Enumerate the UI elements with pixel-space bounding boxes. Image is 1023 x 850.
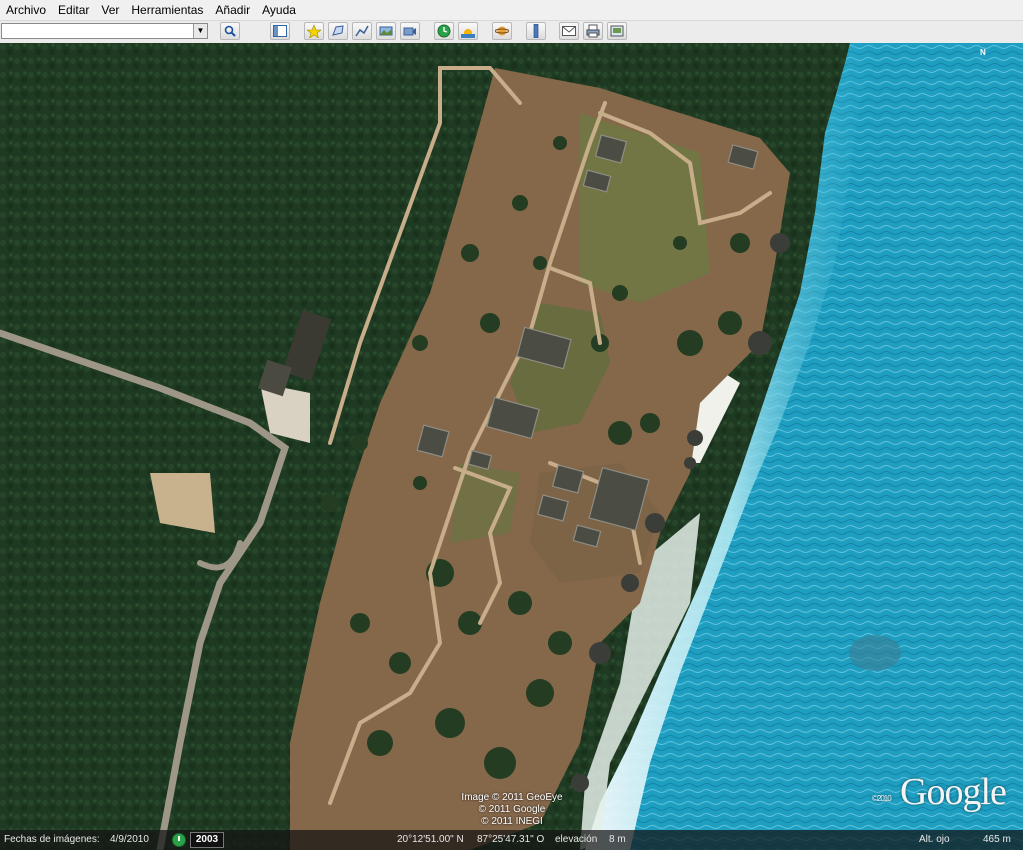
record-tour-icon (403, 27, 416, 36)
eye-altitude-value: 465 m (983, 834, 1011, 845)
logo-text: Google (900, 771, 1007, 813)
save-image-icon (610, 25, 624, 37)
add-image-overlay-button[interactable] (376, 22, 396, 40)
sidebar-toggle-icon (273, 25, 287, 37)
compass-north-label[interactable]: N (980, 48, 986, 57)
menu-ayuda[interactable]: Ayuda (256, 0, 302, 20)
ruler-icon (533, 24, 539, 38)
longitude: 87°25'47.31" O (477, 834, 545, 845)
sidebar-toggle-button[interactable] (270, 22, 290, 40)
add-path-button[interactable] (352, 22, 372, 40)
email-icon (562, 26, 576, 36)
search-input[interactable] (4, 24, 184, 38)
menu-herramientas[interactable]: Herramientas (125, 0, 209, 20)
email-button[interactable] (559, 22, 579, 40)
ruler-button[interactable] (526, 22, 546, 40)
print-icon (586, 24, 600, 38)
elevation-label: elevación (555, 834, 598, 845)
add-path-icon (355, 25, 369, 37)
imagery-date-label: Fechas de imágenes: (4, 834, 100, 845)
sunlight-icon (461, 29, 475, 38)
add-placemark-icon (307, 24, 321, 38)
satellite-map-view[interactable] (0, 43, 1023, 850)
add-polygon-button[interactable] (328, 22, 348, 40)
menu-editar[interactable]: Editar (52, 0, 95, 20)
status-bar: Fechas de imágenes: 4/9/2010 2003 20°12'… (0, 830, 1023, 850)
historical-imagery-button[interactable] (434, 22, 454, 40)
satellite-imagery (0, 43, 1023, 850)
eye-altitude-label: Alt. ojo (919, 834, 950, 845)
print-button[interactable] (583, 22, 603, 40)
search-button[interactable] (220, 22, 240, 40)
historical-year-button[interactable]: 2003 (190, 832, 224, 848)
historical-imagery-clock-icon[interactable] (172, 833, 186, 847)
menu-anadir[interactable]: Añadir (209, 0, 256, 20)
search-combobox[interactable]: ▼ (1, 23, 208, 39)
chevron-down-icon[interactable]: ▼ (193, 24, 207, 38)
planets-button[interactable] (492, 22, 512, 40)
elevation-value: 8 m (609, 834, 626, 845)
copyright-line: Image © 2011 GeoEye (461, 792, 563, 803)
copyright-line: © 2011 Google (478, 804, 546, 815)
add-image-overlay-icon (379, 26, 393, 36)
copyright-line: © 2011 INEGI (481, 816, 543, 827)
google-logo: ©2010 Google (872, 770, 1007, 814)
add-placemark-button[interactable] (304, 22, 324, 40)
menu-bar: Archivo Editar Ver Herramientas Añadir A… (0, 0, 1023, 21)
sunlight-button[interactable] (458, 22, 478, 40)
save-image-button[interactable] (607, 22, 627, 40)
toolbar: ▼ (0, 21, 1023, 44)
logo-year: ©2010 (872, 794, 892, 803)
planets-icon (495, 26, 509, 36)
search-icon (224, 25, 236, 37)
menu-archivo[interactable]: Archivo (0, 0, 52, 20)
latitude: 20°12'51.00" N (397, 834, 464, 845)
imagery-date: 4/9/2010 (110, 834, 149, 845)
add-polygon-icon (332, 25, 344, 36)
imagery-copyright: Image © 2011 GeoEye © 2011 Google © 2011… (452, 792, 572, 828)
historical-imagery-icon (437, 24, 451, 38)
record-tour-button[interactable] (400, 22, 420, 40)
menu-ver[interactable]: Ver (95, 0, 125, 20)
